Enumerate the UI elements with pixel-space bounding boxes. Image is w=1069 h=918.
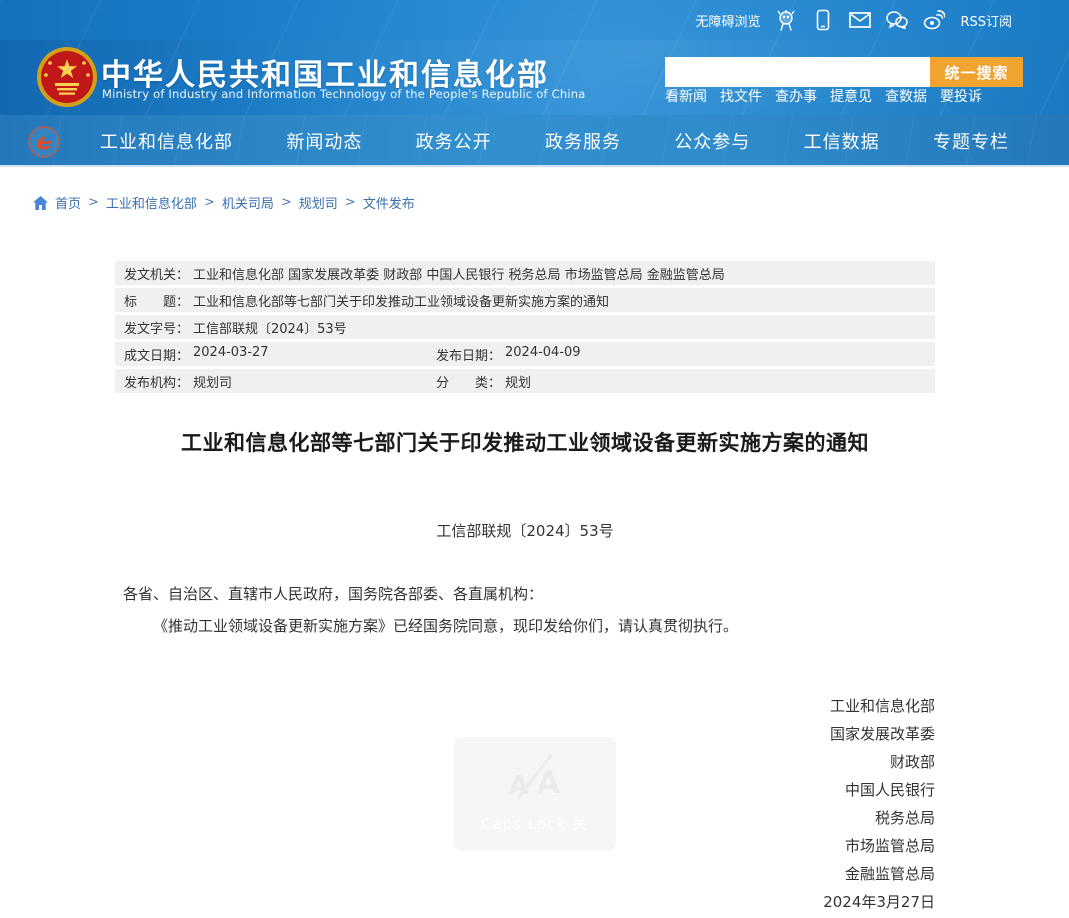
meta-label: 成文日期：: [124, 345, 189, 364]
quick-links: 看新闻 找文件 查办事 提意见 查数据 要投诉: [665, 86, 982, 106]
nav-item-news[interactable]: 新闻动态: [286, 128, 362, 154]
national-emblem-logo[interactable]: [35, 45, 99, 109]
document-meta-table: 发文机关： 工业和信息化部 国家发展改革委 财政部 中国人民银行 税务总局 市场…: [115, 261, 935, 396]
document-body: 各省、自治区、直辖市人民政府，国务院各部委、各直属机构： 《推动工业领域设备更新…: [123, 578, 923, 642]
meta-label: 发文字号：: [124, 318, 189, 337]
meta-label: 标 题：: [124, 291, 189, 310]
salutation-line: 各省、自治区、直辖市人民政府，国务院各部委、各直属机构：: [123, 578, 923, 610]
search-input[interactable]: [665, 57, 930, 87]
signature-line: 财政部: [435, 748, 935, 776]
body-paragraph: 《推动工业领域设备更新实施方案》已经国务院同意，现印发给你们，请认真贯彻执行。: [123, 610, 923, 642]
nav-item-miit[interactable]: 工业和信息化部: [100, 128, 233, 154]
quick-link-services[interactable]: 查办事: [775, 86, 817, 106]
meta-label: 发文机关：: [124, 264, 189, 283]
miit-e-logo[interactable]: e: [28, 126, 60, 158]
meta-value: 2024-04-09: [505, 345, 581, 364]
home-icon[interactable]: [33, 196, 48, 210]
meta-value: 规划司: [193, 372, 232, 391]
signature-line: 市场监管总局: [435, 832, 935, 860]
signature-line: 工业和信息化部: [435, 692, 935, 720]
meta-row-issuing-agency: 发文机关： 工业和信息化部 国家发展改革委 财政部 中国人民银行 税务总局 市场…: [115, 261, 935, 285]
meta-value: 工业和信息化部 国家发展改革委 财政部 中国人民银行 税务总局 市场监管总局 金…: [193, 264, 725, 283]
signature-line: 金融监管总局: [435, 860, 935, 888]
meta-label: 分 类：: [436, 372, 501, 391]
meta-value: 工信部联规〔2024〕53号: [193, 318, 347, 337]
nav-item-data[interactable]: 工信数据: [804, 128, 880, 154]
main-nav: e 工业和信息化部 新闻动态 政务公开 政务服务 公众参与 工信数据 专题专栏: [0, 115, 1069, 167]
quick-link-data[interactable]: 查数据: [885, 86, 927, 106]
document-number: 工信部联规〔2024〕53号: [115, 520, 935, 541]
unified-search: 统一搜索: [665, 57, 1023, 87]
signature-line: 国家发展改革委: [435, 720, 935, 748]
breadcrumb-home[interactable]: 首页: [55, 193, 81, 212]
weibo-icon[interactable]: [923, 9, 945, 31]
signature-line: 中国人民银行: [435, 776, 935, 804]
breadcrumb-separator: >: [88, 195, 99, 210]
document-title: 工业和信息化部等七部门关于印发推动工业领域设备更新实施方案的通知: [115, 427, 935, 457]
breadcrumb-separator: >: [345, 195, 356, 210]
nav-item-gov-service[interactable]: 政务服务: [545, 128, 621, 154]
mobile-icon[interactable]: [812, 9, 834, 31]
nav-item-participation[interactable]: 公众参与: [674, 128, 750, 154]
signature-block: 工业和信息化部 国家发展改革委 财政部 中国人民银行 税务总局 市场监管总局 金…: [435, 692, 935, 916]
meta-row-doc-number: 发文字号： 工信部联规〔2024〕53号: [115, 315, 935, 339]
breadcrumb-planning-dept[interactable]: 规划司: [299, 193, 338, 212]
accessibility-link[interactable]: 无障碍浏览: [695, 11, 760, 30]
quick-link-files[interactable]: 找文件: [720, 86, 762, 106]
nav-item-gov-open[interactable]: 政务公开: [416, 128, 492, 154]
quick-link-complaint[interactable]: 要投诉: [940, 86, 982, 106]
quick-link-news[interactable]: 看新闻: [665, 86, 707, 106]
signature-date: 2024年3月27日: [435, 888, 935, 916]
site-subtitle-en: Ministry of Industry and Information Tec…: [102, 87, 585, 101]
breadcrumb-separator: >: [204, 195, 215, 210]
nav-item-topics[interactable]: 专题专栏: [933, 128, 1009, 154]
breadcrumb-separator: >: [281, 195, 292, 210]
meta-value: 规划: [505, 372, 531, 391]
meta-row-title: 标 题： 工业和信息化部等七部门关于印发推动工业领域设备更新实施方案的通知: [115, 288, 935, 312]
site-header: 无障碍浏览 RSS订阅 中华人民共和国: [0, 0, 1069, 167]
quick-link-suggest[interactable]: 提意见: [830, 86, 872, 106]
breadcrumb: 首页 > 工业和信息化部 > 机关司局 > 规划司 > 文件发布: [33, 193, 415, 212]
mascot-icon[interactable]: [775, 9, 797, 31]
breadcrumb-file-release[interactable]: 文件发布: [363, 193, 415, 212]
rss-link[interactable]: RSS订阅: [960, 11, 1012, 30]
search-button[interactable]: 统一搜索: [930, 57, 1023, 87]
meta-label: 发布日期：: [436, 345, 501, 364]
meta-row-dates: 成文日期： 2024-03-27 发布日期： 2024-04-09: [115, 342, 935, 366]
meta-row-publisher: 发布机构： 规划司 分 类： 规划: [115, 369, 935, 393]
breadcrumb-departments[interactable]: 机关司局: [222, 193, 274, 212]
mail-icon[interactable]: [849, 9, 871, 31]
meta-value: 2024-03-27: [193, 345, 269, 364]
utility-topbar: 无障碍浏览 RSS订阅: [0, 0, 1069, 40]
wechat-icon[interactable]: [886, 9, 908, 31]
meta-label: 发布机构：: [124, 372, 189, 391]
breadcrumb-miit[interactable]: 工业和信息化部: [106, 193, 197, 212]
signature-line: 税务总局: [435, 804, 935, 832]
meta-value: 工业和信息化部等七部门关于印发推动工业领域设备更新实施方案的通知: [193, 291, 609, 310]
